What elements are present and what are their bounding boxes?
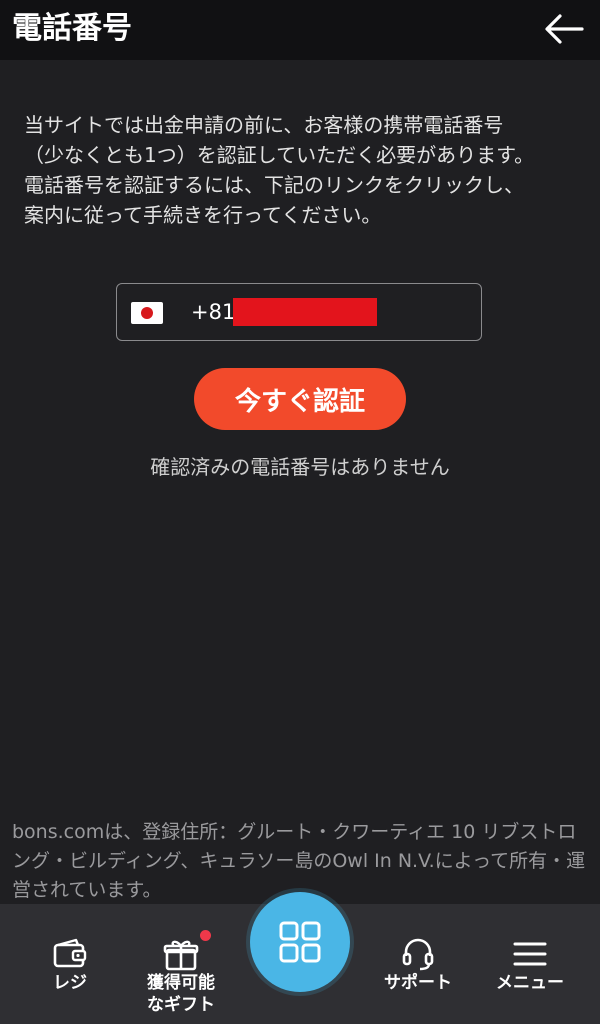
back-button[interactable] [542, 8, 586, 50]
verification-description: 当サイトでは出金申請の前に、お客様の携帯電話番号 （少なくとも1つ）を認証してい… [24, 113, 535, 227]
tab-support[interactable]: サポート [358, 904, 478, 1024]
home-grid-button[interactable] [250, 892, 350, 992]
tab-available-gifts[interactable]: 獲得可能 なギフト [121, 904, 241, 1024]
notification-badge [200, 930, 211, 941]
verify-now-button[interactable]: 今すぐ認証 [194, 368, 406, 430]
tab-menu[interactable]: メニュー [470, 904, 590, 1024]
tab-menu-label: メニュー [496, 973, 564, 993]
phone-number-redacted [233, 298, 377, 326]
japan-flag-icon [131, 302, 163, 324]
verification-status: 確認済みの電話番号はありません [150, 455, 450, 479]
tab-cashier-label: レジ [53, 973, 87, 993]
page-title: 電話番号 [12, 11, 132, 46]
back-arrow-icon [545, 14, 584, 44]
wallet-icon [50, 934, 90, 974]
gift-icon [161, 934, 201, 974]
app-header: 電話番号 [0, 0, 600, 60]
tab-available-gifts-label: 獲得可能 なギフト [147, 973, 215, 1015]
tab-support-label: サポート [384, 973, 452, 993]
phone-number-field[interactable]: +81 [116, 283, 482, 341]
menu-icon [510, 934, 550, 974]
headset-icon [398, 934, 438, 974]
country-code: +81 [191, 300, 236, 324]
grid-icon [279, 921, 321, 963]
tab-cashier[interactable]: レジ [10, 904, 130, 1024]
